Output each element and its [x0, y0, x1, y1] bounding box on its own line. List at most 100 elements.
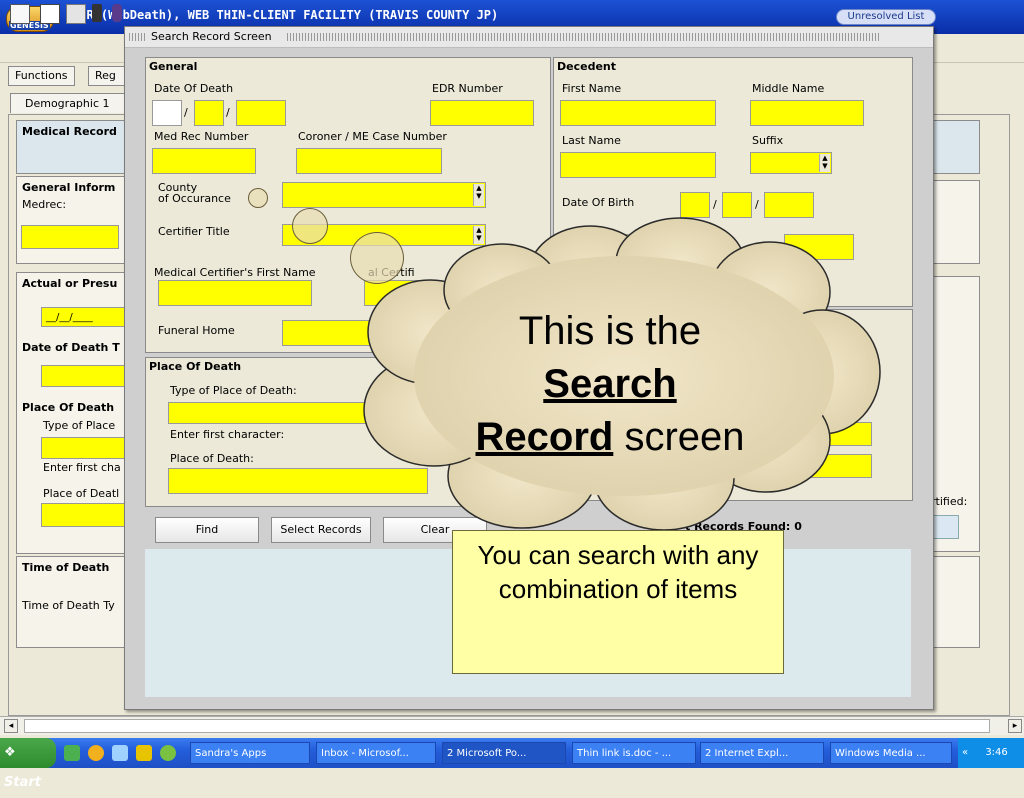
taskbar-item-powerpoint[interactable]: 2 Microsoft Po...	[442, 742, 566, 764]
medical-record-heading: Medical Record	[22, 125, 117, 138]
decedent-title: Decedent	[557, 60, 616, 73]
death-year-field[interactable]	[236, 100, 286, 126]
actual-date-field[interactable]: __/__/____	[41, 307, 127, 327]
quicklaunch-outlook-icon[interactable]	[112, 745, 128, 761]
suffix-field[interactable]: ▲ ▼	[750, 152, 832, 174]
find-button[interactable]: Find	[155, 517, 259, 543]
medrec-field[interactable]	[21, 225, 119, 249]
edr-number-label: EDR Number	[432, 82, 503, 95]
cloud-callout-text: This is the Search Record screen	[440, 305, 780, 465]
taskbar-item-word[interactable]: Thin link is.doc - ...	[572, 742, 696, 764]
quicklaunch-genesis-icon[interactable]	[64, 745, 80, 761]
certifier-first-name-label: Medical Certifier's First Name	[154, 266, 316, 279]
open-icon[interactable]	[66, 4, 86, 24]
cloud-line-3: screen	[624, 415, 745, 460]
right-panel-time	[932, 556, 980, 648]
medical-record-panel: Medical Record	[16, 120, 136, 174]
time-of-death-type-label: Time of Death Ty	[22, 599, 115, 612]
death-day-field[interactable]	[194, 100, 224, 126]
horizontal-scrollbar[interactable]: ◂ ▸	[0, 716, 1024, 735]
type-of-place-field[interactable]	[41, 437, 133, 459]
taskbar-item-sandras-apps[interactable]: Sandra's Apps	[190, 742, 310, 764]
coroner-case-label: Coroner / ME Case Number	[298, 130, 447, 143]
suffix-label: Suffix	[752, 134, 784, 147]
record-icon[interactable]	[92, 4, 102, 22]
suffix-spinner-icon[interactable]: ▲ ▼	[819, 154, 830, 172]
quicklaunch-desktop-icon[interactable]	[136, 745, 152, 761]
enter-first-character-label: Enter first character:	[170, 428, 285, 441]
place-of-death-label: Place Of Death	[22, 401, 115, 414]
right-panel-general	[932, 180, 980, 264]
last-name-label: Last Name	[562, 134, 621, 147]
highlight-circle-2	[292, 208, 328, 244]
date-of-death-type-field[interactable]	[41, 365, 133, 387]
certified-label: rtified:	[931, 495, 968, 508]
title-grip-left	[129, 33, 145, 41]
place-of-death-type-label: Place of Deatl	[43, 487, 120, 500]
funeral-home-label: Funeral Home	[158, 324, 235, 337]
title-grip-right	[287, 33, 879, 41]
certifier-first-name-field[interactable]	[158, 280, 312, 306]
window-title: TER (WebDeath), WEB THIN-CLIENT FACILITY…	[72, 8, 499, 22]
time-of-death-heading: Time of Death	[22, 561, 110, 574]
window-icon[interactable]	[10, 4, 30, 24]
start-label: Start	[4, 775, 41, 790]
county-field[interactable]: ▲ ▼	[282, 182, 486, 208]
general-info-panel: General Inform Medrec:	[16, 176, 136, 264]
certified-field[interactable]	[931, 515, 959, 539]
functions-menu[interactable]: Functions	[8, 66, 75, 86]
taskbar-item-internet-explorer[interactable]: 2 Internet Expl...	[700, 742, 824, 764]
tray-expand-icon[interactable]: «	[958, 747, 968, 758]
date-of-death-label: Date Of Death	[154, 82, 234, 95]
scroll-thumb[interactable]	[24, 719, 990, 733]
date-of-birth-label: Date Of Birth	[562, 196, 635, 209]
right-panel-top	[932, 120, 980, 174]
death-month-field[interactable]	[152, 100, 182, 126]
date-of-death-type-label: Date of Death T	[22, 341, 120, 354]
tray-clock: 3:46	[985, 747, 1008, 758]
dialog-title-bar[interactable]: Search Record Screen	[125, 27, 933, 48]
tab-demographic[interactable]: Demographic 1	[10, 93, 125, 113]
med-rec-number-field[interactable]	[152, 148, 256, 174]
scroll-left-icon[interactable]: ◂	[4, 719, 18, 733]
actual-presumed-panel: Actual or Presu __/__/____ Date of Death…	[16, 272, 136, 554]
start-button[interactable]: ❖ Start	[0, 738, 56, 790]
taskbar-item-windows-media[interactable]: Windows Media ...	[830, 742, 952, 764]
instruction-callout: You can search with any combination of i…	[452, 530, 784, 674]
select-records-button[interactable]: Select Records	[271, 517, 371, 543]
time-of-death-panel: Time of Death Time of Death Ty	[16, 556, 136, 648]
windows-flag-icon: ❖	[4, 745, 16, 760]
place-of-death-field[interactable]	[41, 503, 133, 527]
county-label: County of Occurance	[158, 181, 231, 205]
type-of-place-label: Type of Place	[43, 419, 116, 432]
first-name-field[interactable]	[560, 100, 716, 126]
coroner-case-field[interactable]	[296, 148, 442, 174]
quicklaunch-ie-icon[interactable]	[88, 745, 104, 761]
quicklaunch-media-icon[interactable]	[160, 745, 176, 761]
right-panel-actual: rtified:	[931, 276, 980, 552]
scroll-right-icon[interactable]: ▸	[1008, 719, 1022, 733]
cloud-bold-record: Record	[475, 415, 614, 460]
cloud-bold-search: Search	[543, 362, 677, 407]
edr-number-field[interactable]	[430, 100, 534, 126]
taskbar-item-inbox[interactable]: Inbox - Microsof...	[316, 742, 436, 764]
county-spinner-icon[interactable]: ▲ ▼	[473, 184, 484, 206]
enter-first-char-label: Enter first cha	[43, 461, 121, 474]
first-name-label: First Name	[562, 82, 622, 95]
medrec-label: Medrec:	[22, 198, 67, 211]
new-document-icon[interactable]	[40, 4, 60, 24]
reg-menu[interactable]: Reg	[88, 66, 126, 86]
cloud-line-1: This is the	[518, 309, 702, 353]
user-icon[interactable]	[112, 4, 122, 22]
actual-presumed-heading: Actual or Presu	[22, 277, 118, 290]
middle-name-label: Middle Name	[752, 82, 825, 95]
middle-name-field[interactable]	[750, 100, 864, 126]
general-title: General	[149, 60, 198, 73]
system-tray: « 3:46	[958, 738, 1024, 768]
general-info-heading: General Inform	[22, 181, 116, 194]
last-name-field[interactable]	[560, 152, 716, 178]
highlight-circle-1	[248, 188, 268, 208]
unresolved-list-button[interactable]: Unresolved List	[836, 9, 936, 25]
dialog-title: Search Record Screen	[151, 30, 272, 43]
type-of-place-of-death-label: Type of Place of Death:	[170, 384, 297, 397]
